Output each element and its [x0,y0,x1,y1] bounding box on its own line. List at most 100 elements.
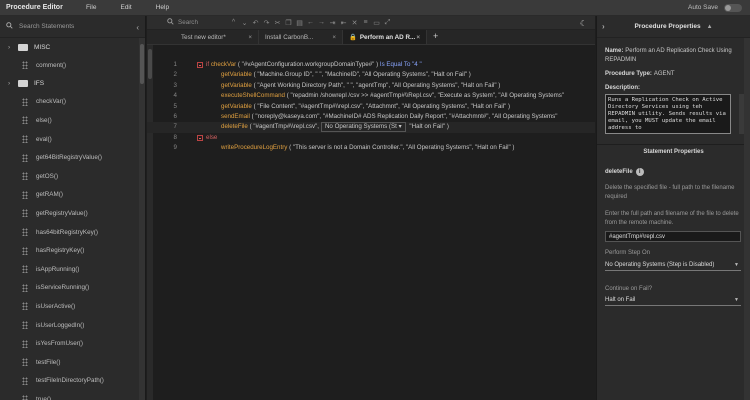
statement-item[interactable]: get64BitRegistryValue() [0,148,140,167]
outdent-icon[interactable]: ⇤ [338,19,349,27]
procedure-properties-header: › Procedure Properties ▲ [597,16,750,38]
drag-handle-icon[interactable] [22,209,28,218]
statement-item[interactable]: isUserLoggedIn() [0,316,140,335]
folder-icon [18,43,28,51]
statement-item[interactable]: isYesFromUser() [0,334,140,353]
add-tab-icon[interactable]: + [433,30,438,44]
continue-on-fail-select[interactable]: Halt on Fail ▼ [605,295,741,306]
copy-icon[interactable]: ❐ [283,19,294,27]
statement-item[interactable]: hasRegistryKey() [0,241,140,260]
chevron-up-icon[interactable]: ▲ [707,24,713,30]
collapse-panel-icon[interactable]: › [602,22,605,31]
statement-item[interactable]: getOS() [0,167,140,186]
statement-item[interactable]: else() [0,111,140,130]
drag-handle-icon[interactable] [22,172,28,181]
drag-handle-icon[interactable] [22,395,28,400]
expand-icon[interactable]: ⤢ [382,19,393,27]
autosave-toggle[interactable] [724,4,742,12]
statement-item[interactable]: testFile() [0,353,140,372]
statement-item[interactable]: getRegistryValue() [0,204,140,223]
drag-handle-icon[interactable] [22,302,28,311]
statement-item[interactable]: testFileInDirectoryPath() [0,372,140,391]
undo-icon[interactable]: ↶ [250,19,261,27]
drag-handle-icon[interactable] [22,153,28,162]
close-icon[interactable]: × [416,34,420,41]
search-input[interactable]: Search Statements [19,23,74,30]
statement-label: getRAM() [36,191,63,199]
description-textarea[interactable]: Runs a Replication Check on Active Direc… [605,94,731,134]
move-right-icon[interactable]: → [316,19,327,26]
cut-icon[interactable]: ✂ [272,19,283,27]
drag-handle-icon[interactable] [22,97,28,106]
code-line-9[interactable]: 9 writeProcedureLogEntry ( "This server … [147,143,595,153]
folder-ifs[interactable]: › IFS [0,75,140,93]
drag-handle-icon[interactable] [22,358,28,367]
redo-icon[interactable]: ↷ [261,19,272,27]
statement-item[interactable]: comment() [0,56,140,75]
panel-scrollbar[interactable] [744,38,750,400]
code-line-5[interactable]: 5 getVariable ( "File Content", "#agentT… [147,102,595,112]
file-path-input[interactable]: #agentTmp#\repl.csv [605,231,741,242]
statement-item[interactable]: isServiceRunning() [0,279,140,298]
format-icon[interactable]: ≡ [360,19,371,26]
menu-help[interactable]: Help [156,4,169,11]
type-label: Procedure Type: [605,71,652,77]
code-line-3[interactable]: 3 getVariable ( "Agent Working Directory… [147,81,595,91]
statement-label: true() [36,395,52,400]
editor-search-input[interactable]: Search [178,19,228,26]
code-line-2[interactable]: 2 getVariable ( "Machine.Group ID", " ",… [147,70,595,80]
menu-edit[interactable]: Edit [120,4,131,11]
nav-up-icon[interactable]: ^ [228,19,239,26]
code-line-8[interactable]: 8 else [147,133,595,143]
sidebar-scrollbar[interactable] [139,38,145,400]
code-line-7[interactable]: 7 deleteFile ( "#agentTmp#\\repl.csv", No… [147,122,595,133]
nav-down-icon[interactable]: ⌄ [239,19,250,27]
code-line-1[interactable]: 1 if checkVar ( "#vAgentConfiguration.wo… [147,60,595,70]
statement-label: isUserActive() [36,302,76,310]
os-inline-select[interactable]: No Operating Systems (St ▾ [320,122,406,133]
menu-file[interactable]: File [86,4,96,11]
info-icon[interactable]: i [635,168,644,176]
drag-handle-icon[interactable] [22,265,28,274]
close-icon[interactable]: × [332,34,336,41]
statement-label: eval() [36,135,52,143]
paste-icon[interactable]: ▤ [294,19,305,27]
drag-handle-icon[interactable] [22,339,28,348]
drag-handle-icon[interactable] [22,321,28,330]
drag-handle-icon[interactable] [22,135,28,144]
statement-item[interactable]: has64bitRegistryKey() [0,223,140,242]
delete-icon[interactable]: ✕ [349,19,360,27]
statement-label: checkVar() [36,98,66,106]
drag-handle-icon[interactable] [22,376,28,385]
perform-step-select[interactable]: No Operating Systems (Step is Disabled) ▼ [605,260,741,271]
statement-description: Delete the specified file - full path to… [605,185,735,200]
statement-item[interactable]: true() [0,390,140,400]
folder-misc[interactable]: › MISC [0,38,140,56]
comment-icon[interactable]: ▭ [371,19,382,27]
collapse-toggle-icon[interactable] [197,134,203,141]
drag-handle-icon[interactable] [22,246,28,255]
statement-item[interactable]: eval() [0,130,140,149]
drag-handle-icon[interactable] [22,116,28,125]
statement-item[interactable]: isUserActive() [0,297,140,316]
drag-handle-icon[interactable] [22,228,28,237]
drag-handle-icon[interactable] [22,190,28,199]
collapse-sidebar-icon[interactable]: ‹ [136,23,139,32]
statement-item[interactable]: getRAM() [0,186,140,205]
indent-icon[interactable]: ⇥ [327,19,338,27]
statement-search[interactable]: Search Statements [0,16,145,38]
close-icon[interactable]: × [248,34,252,41]
tab-install-carbon[interactable]: Install CarbonB... × [259,30,343,44]
theme-moon-icon[interactable]: ☾ [580,19,587,28]
tab-test-new-editor[interactable]: Test new editor* × [175,30,259,44]
move-left-icon[interactable]: ← [305,19,316,26]
drag-handle-icon[interactable] [22,61,28,70]
line-number: 2 [173,71,177,79]
statement-item[interactable]: isAppRunning() [0,260,140,279]
tab-perform-ad-replication[interactable]: 🔒 Perform an AD R... × [343,30,427,44]
statement-item[interactable]: checkVar() [0,93,140,112]
code-line-6[interactable]: 6 sendEmail ( "noreply@kaseya.com", "#Ma… [147,112,595,122]
code-line-4[interactable]: 4 executeShellCommand ( "repadmin /showr… [147,91,595,101]
drag-handle-icon[interactable] [22,283,28,292]
collapse-toggle-icon[interactable] [197,62,203,68]
